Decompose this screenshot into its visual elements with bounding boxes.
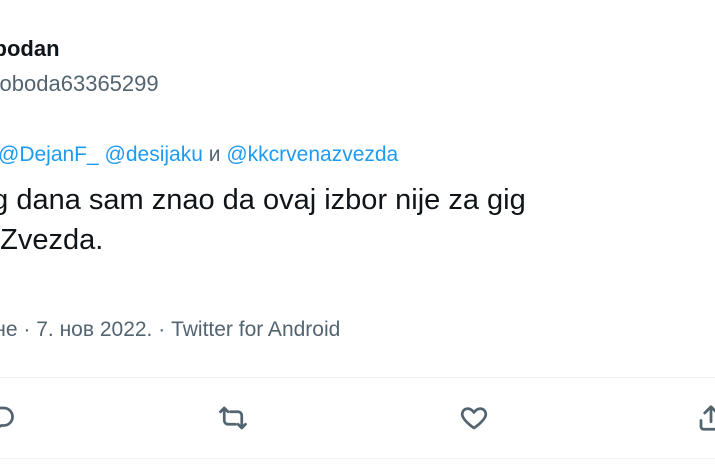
- tweet-detail: lobodan Sloboda63365299 @DejanF_ @desija…: [0, 0, 715, 476]
- tweet-text: og dana sam znao da ovaj izbor nije za g…: [0, 180, 715, 260]
- reply-button[interactable]: [0, 399, 19, 437]
- replying-to-line: @DejanF_ @desijaku и @kkcrvenazvezda: [0, 143, 398, 167]
- divider: [0, 458, 715, 459]
- tweet-meta: дне · 7. нов 2022. · Twitter for Android: [0, 318, 340, 342]
- tweet-time: дне: [0, 318, 18, 341]
- heart-icon: [460, 407, 488, 430]
- user-display-name[interactable]: lobodan: [0, 36, 60, 62]
- divider: [0, 377, 715, 378]
- tweet-text-line-1: og dana sam znao da ovaj izbor nije za g…: [0, 184, 526, 216]
- reply-connector: и: [208, 143, 221, 166]
- tweet-date: 7. нов 2022.: [36, 318, 153, 341]
- tweet-text-line-2: e Zvezda.: [0, 224, 104, 256]
- mention-kkcrvenazvezda[interactable]: @kkcrvenazvezda: [226, 143, 398, 166]
- tweet-actions-bar: [0, 395, 715, 441]
- share-icon: [699, 405, 715, 431]
- mention-desijaku[interactable]: @desijaku: [105, 143, 203, 166]
- retweet-icon: [219, 406, 247, 430]
- tweet-time-link[interactable]: дне · 7. нов 2022.: [0, 318, 152, 341]
- meta-separator: ·: [158, 318, 166, 341]
- like-button[interactable]: [455, 399, 493, 437]
- tweet-source-link[interactable]: Twitter for Android: [171, 318, 340, 341]
- meta-separator: ·: [23, 318, 31, 341]
- mention-dejanf[interactable]: @DejanF_: [0, 143, 99, 166]
- share-button[interactable]: [692, 399, 715, 437]
- retweet-button[interactable]: [214, 399, 252, 437]
- reply-icon: [0, 406, 14, 428]
- user-handle[interactable]: Sloboda63365299: [0, 71, 159, 97]
